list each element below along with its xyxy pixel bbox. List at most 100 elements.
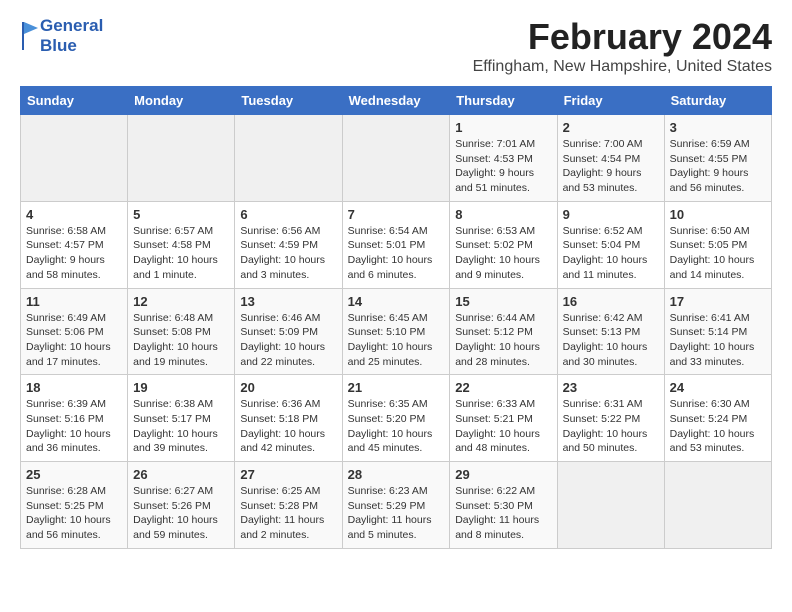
day-number: 22 xyxy=(455,380,551,395)
day-number: 29 xyxy=(455,467,551,482)
calendar-cell xyxy=(235,115,342,202)
calendar-cell: 20 Sunrise: 6:36 AMSunset: 5:18 PMDayligh… xyxy=(235,375,342,462)
logo-general-text: General xyxy=(40,16,103,36)
day-number: 27 xyxy=(240,467,336,482)
calendar-cell: 5Sunrise: 6:57 AMSunset: 4:58 PMDaylight… xyxy=(128,201,235,288)
day-number: 16 xyxy=(563,294,659,309)
day-info: Sunrise: 6:44 AMSunset: 5:12 PMDaylight:… xyxy=(455,311,551,370)
logo-flag-icon xyxy=(20,18,40,54)
day-number: 8 xyxy=(455,207,551,222)
day-number: 25 xyxy=(26,467,122,482)
day-info: Sunrise: 6:52 AMSunset: 5:04 PMDaylight:… xyxy=(563,224,659,283)
calendar-cell: 6 Sunrise: 6:56 AMSunset: 4:59 PMDaylight… xyxy=(235,201,342,288)
day-number: 11 xyxy=(26,294,122,309)
calendar-cell: 13Sunrise: 6:46 AMSunset: 5:09 PMDayligh… xyxy=(235,288,342,375)
calendar-cell: 4 Sunrise: 6:58 AMSunset: 4:57 PMDaylight… xyxy=(21,201,128,288)
calendar-cell xyxy=(21,115,128,202)
day-info: Sunrise: 6:50 AMSunset: 5:05 PMDaylight:… xyxy=(670,224,766,283)
day-info: Sunrise: 6:35 AMSunset: 5:20 PMDaylight:… xyxy=(348,397,445,456)
day-number: 14 xyxy=(348,294,445,309)
calendar-week-2: 4 Sunrise: 6:58 AMSunset: 4:57 PMDaylight… xyxy=(21,201,772,288)
day-number: 20 xyxy=(240,380,336,395)
day-info: Sunrise: 6:31 AMSunset: 5:22 PMDaylight:… xyxy=(563,397,659,456)
day-info: Sunrise: 6:30 AMSunset: 5:24 PMDaylight:… xyxy=(670,397,766,456)
logo-text-block: General Blue xyxy=(40,16,103,55)
day-number: 21 xyxy=(348,380,445,395)
calendar-cell: 26 Sunrise: 6:27 AMSunset: 5:26 PMDayligh… xyxy=(128,462,235,549)
day-info: Sunrise: 6:22 AMSunset: 5:30 PMDaylight:… xyxy=(455,484,551,543)
day-number: 17 xyxy=(670,294,766,309)
day-number: 3 xyxy=(670,120,766,135)
calendar-cell: 18Sunrise: 6:39 AMSunset: 5:16 PMDayligh… xyxy=(21,375,128,462)
col-sunday: Sunday xyxy=(21,87,128,115)
day-number: 26 xyxy=(133,467,229,482)
day-number: 23 xyxy=(563,380,659,395)
day-info: Sunrise: 6:36 AMSunset: 5:18 PMDaylight:… xyxy=(240,397,336,456)
col-saturday: Saturday xyxy=(664,87,771,115)
calendar-cell: 16 Sunrise: 6:42 AMSunset: 5:13 PMDayligh… xyxy=(557,288,664,375)
calendar-cell: 8Sunrise: 6:53 AMSunset: 5:02 PMDaylight… xyxy=(450,201,557,288)
calendar-cell xyxy=(557,462,664,549)
calendar-cell: 21 Sunrise: 6:35 AMSunset: 5:20 PMDayligh… xyxy=(342,375,450,462)
day-number: 24 xyxy=(670,380,766,395)
day-info: Sunrise: 6:41 AMSunset: 5:14 PMDaylight:… xyxy=(670,311,766,370)
header: General Blue February 2024 Effingham, Ne… xyxy=(20,16,772,76)
calendar-week-1: 1Sunrise: 7:01 AMSunset: 4:53 PMDaylight… xyxy=(21,115,772,202)
calendar-cell: 23 Sunrise: 6:31 AMSunset: 5:22 PMDayligh… xyxy=(557,375,664,462)
calendar-cell: 1Sunrise: 7:01 AMSunset: 4:53 PMDaylight… xyxy=(450,115,557,202)
day-info: Sunrise: 6:58 AMSunset: 4:57 PMDaylight:… xyxy=(26,224,122,283)
day-info: Sunrise: 6:57 AMSunset: 4:58 PMDaylight:… xyxy=(133,224,229,283)
day-info: Sunrise: 6:33 AMSunset: 5:21 PMDaylight:… xyxy=(455,397,551,456)
calendar-cell: 24 Sunrise: 6:30 AMSunset: 5:24 PMDayligh… xyxy=(664,375,771,462)
day-number: 10 xyxy=(670,207,766,222)
day-number: 4 xyxy=(26,207,122,222)
calendar-week-5: 25 Sunrise: 6:28 AMSunset: 5:25 PMDayligh… xyxy=(21,462,772,549)
month-title: February 2024 xyxy=(473,16,772,58)
day-info: Sunrise: 6:38 AMSunset: 5:17 PMDaylight:… xyxy=(133,397,229,456)
calendar-cell: 17 Sunrise: 6:41 AMSunset: 5:14 PMDayligh… xyxy=(664,288,771,375)
day-info: Sunrise: 6:28 AMSunset: 5:25 PMDaylight:… xyxy=(26,484,122,543)
day-number: 6 xyxy=(240,207,336,222)
day-info: Sunrise: 6:42 AMSunset: 5:13 PMDaylight:… xyxy=(563,311,659,370)
day-number: 2 xyxy=(563,120,659,135)
day-info: Sunrise: 6:23 AMSunset: 5:29 PMDaylight:… xyxy=(348,484,445,543)
day-info: Sunrise: 6:56 AMSunset: 4:59 PMDaylight:… xyxy=(240,224,336,283)
calendar-cell: 7 Sunrise: 6:54 AMSunset: 5:01 PMDaylight… xyxy=(342,201,450,288)
calendar-cell: 9 Sunrise: 6:52 AMSunset: 5:04 PMDaylight… xyxy=(557,201,664,288)
title-area: February 2024 Effingham, New Hampshire, … xyxy=(473,16,772,76)
calendar-cell: 27Sunrise: 6:25 AMSunset: 5:28 PMDayligh… xyxy=(235,462,342,549)
day-number: 12 xyxy=(133,294,229,309)
day-number: 9 xyxy=(563,207,659,222)
logo: General Blue xyxy=(20,16,103,55)
calendar-week-4: 18Sunrise: 6:39 AMSunset: 5:16 PMDayligh… xyxy=(21,375,772,462)
header-row: Sunday Monday Tuesday Wednesday Thursday… xyxy=(21,87,772,115)
calendar-cell: 2Sunrise: 7:00 AMSunset: 4:54 PMDaylight… xyxy=(557,115,664,202)
calendar-cell: 22 Sunrise: 6:33 AMSunset: 5:21 PMDayligh… xyxy=(450,375,557,462)
day-number: 15 xyxy=(455,294,551,309)
calendar-cell xyxy=(128,115,235,202)
location-title: Effingham, New Hampshire, United States xyxy=(473,58,772,76)
calendar-cell xyxy=(342,115,450,202)
calendar-cell: 25 Sunrise: 6:28 AMSunset: 5:25 PMDayligh… xyxy=(21,462,128,549)
calendar-cell xyxy=(664,462,771,549)
col-wednesday: Wednesday xyxy=(342,87,450,115)
day-info: Sunrise: 6:46 AMSunset: 5:09 PMDaylight:… xyxy=(240,311,336,370)
day-number: 19 xyxy=(133,380,229,395)
calendar-cell: 11 Sunrise: 6:49 AMSunset: 5:06 PMDayligh… xyxy=(21,288,128,375)
day-info: Sunrise: 6:54 AMSunset: 5:01 PMDaylight:… xyxy=(348,224,445,283)
col-tuesday: Tuesday xyxy=(235,87,342,115)
calendar-cell: 3Sunrise: 6:59 AMSunset: 4:55 PMDaylight… xyxy=(664,115,771,202)
calendar-cell: 19 Sunrise: 6:38 AMSunset: 5:17 PMDayligh… xyxy=(128,375,235,462)
logo-blue-text: Blue xyxy=(40,36,103,56)
day-number: 7 xyxy=(348,207,445,222)
day-info: Sunrise: 6:49 AMSunset: 5:06 PMDaylight:… xyxy=(26,311,122,370)
calendar-table: Sunday Monday Tuesday Wednesday Thursday… xyxy=(20,86,772,549)
day-info: Sunrise: 6:39 AMSunset: 5:16 PMDaylight:… xyxy=(26,397,122,456)
col-monday: Monday xyxy=(128,87,235,115)
day-info: Sunrise: 6:27 AMSunset: 5:26 PMDaylight:… xyxy=(133,484,229,543)
day-number: 1 xyxy=(455,120,551,135)
col-thursday: Thursday xyxy=(450,87,557,115)
day-info: Sunrise: 6:48 AMSunset: 5:08 PMDaylight:… xyxy=(133,311,229,370)
calendar-cell: 12 Sunrise: 6:48 AMSunset: 5:08 PMDayligh… xyxy=(128,288,235,375)
calendar-cell: 29 Sunrise: 6:22 AMSunset: 5:30 PMDayligh… xyxy=(450,462,557,549)
